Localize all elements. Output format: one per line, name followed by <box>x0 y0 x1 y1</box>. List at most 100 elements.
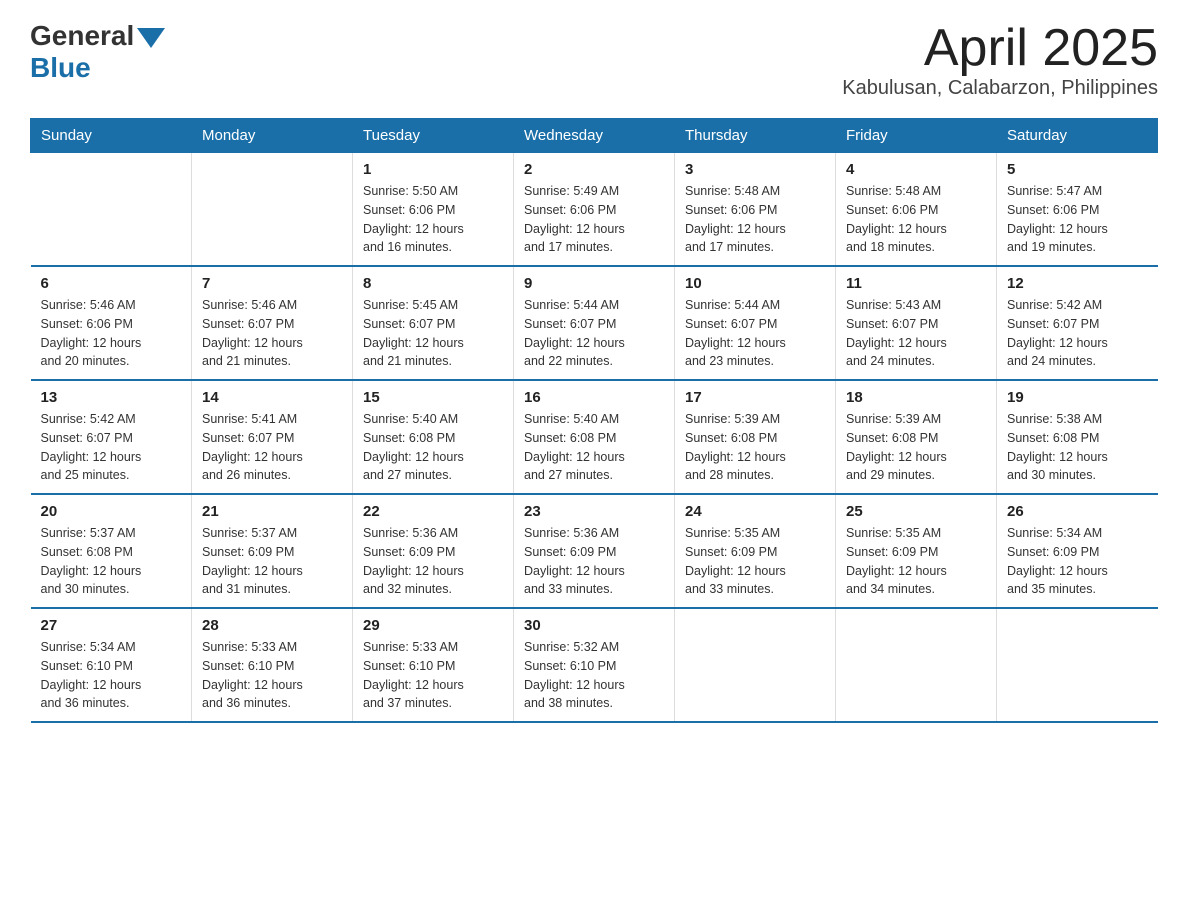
table-row: 2 Sunrise: 5:49 AM Sunset: 6:06 PM Daylig… <box>514 153 675 267</box>
day-info: Sunrise: 5:42 AM Sunset: 6:07 PM Dayligh… <box>1007 296 1148 371</box>
day-number: 7 <box>202 275 342 292</box>
day-number: 22 <box>363 503 503 520</box>
table-row: 4Sunrise: 5:48 AM Sunset: 6:06 PM Daylig… <box>836 153 997 267</box>
table-row: 5 Sunrise: 5:47 AM Sunset: 6:06 PM Daylig… <box>997 153 1158 267</box>
day-number: 13 <box>41 389 182 406</box>
day-info: Sunrise: 5:39 AM Sunset: 6:08 PM Dayligh… <box>685 410 825 485</box>
day-info: Sunrise: 5:40 AM Sunset: 6:08 PM Dayligh… <box>524 410 664 485</box>
table-row: 20 Sunrise: 5:37 AM Sunset: 6:08 PM Dayli… <box>31 494 192 608</box>
page-header: General Blue April 2025 Kabulusan, Calab… <box>30 20 1158 100</box>
table-row: 13 Sunrise: 5:42 AM Sunset: 6:07 PM Dayli… <box>31 380 192 494</box>
day-number: 11 <box>846 275 986 292</box>
day-info: Sunrise: 5:36 AM Sunset: 6:09 PM Dayligh… <box>524 524 664 599</box>
day-number: 21 <box>202 503 342 520</box>
day-info: Sunrise: 5:33 AM Sunset: 6:10 PM Dayligh… <box>363 638 503 713</box>
table-row: 30 Sunrise: 5:32 AM Sunset: 6:10 PM Dayli… <box>514 608 675 722</box>
calendar-title: April 2025 <box>842 20 1158 77</box>
table-row <box>31 153 192 267</box>
calendar-subtitle: Kabulusan, Calabarzon, Philippines <box>842 77 1158 100</box>
day-number: 1 <box>363 161 503 178</box>
day-number: 30 <box>524 617 664 634</box>
header-tuesday: Tuesday <box>353 119 514 153</box>
table-row: 21 Sunrise: 5:37 AM Sunset: 6:09 PM Dayli… <box>192 494 353 608</box>
day-number: 25 <box>846 503 986 520</box>
day-info: Sunrise: 5:47 AM Sunset: 6:06 PM Dayligh… <box>1007 182 1148 257</box>
day-info: Sunrise: 5:44 AM Sunset: 6:07 PM Dayligh… <box>685 296 825 371</box>
calendar-table: Sunday Monday Tuesday Wednesday Thursday… <box>30 118 1158 723</box>
day-number: 23 <box>524 503 664 520</box>
header-wednesday: Wednesday <box>514 119 675 153</box>
day-info: Sunrise: 5:36 AM Sunset: 6:09 PM Dayligh… <box>363 524 503 599</box>
table-row: 23 Sunrise: 5:36 AM Sunset: 6:09 PM Dayli… <box>514 494 675 608</box>
day-info: Sunrise: 5:45 AM Sunset: 6:07 PM Dayligh… <box>363 296 503 371</box>
day-number: 10 <box>685 275 825 292</box>
logo: General Blue <box>30 20 165 84</box>
day-info: Sunrise: 5:34 AM Sunset: 6:09 PM Dayligh… <box>1007 524 1148 599</box>
table-row: 9 Sunrise: 5:44 AM Sunset: 6:07 PM Daylig… <box>514 266 675 380</box>
table-row <box>836 608 997 722</box>
table-row: 8Sunrise: 5:45 AM Sunset: 6:07 PM Daylig… <box>353 266 514 380</box>
table-row: 10 Sunrise: 5:44 AM Sunset: 6:07 PM Dayli… <box>675 266 836 380</box>
logo-text-general: General <box>30 20 134 52</box>
day-number: 18 <box>846 389 986 406</box>
table-row: 3Sunrise: 5:48 AM Sunset: 6:06 PM Daylig… <box>675 153 836 267</box>
day-number: 2 <box>524 161 664 178</box>
title-block: April 2025 Kabulusan, Calabarzon, Philip… <box>842 20 1158 100</box>
header-saturday: Saturday <box>997 119 1158 153</box>
day-number: 12 <box>1007 275 1148 292</box>
table-row: 19Sunrise: 5:38 AM Sunset: 6:08 PM Dayli… <box>997 380 1158 494</box>
day-number: 29 <box>363 617 503 634</box>
day-info: Sunrise: 5:41 AM Sunset: 6:07 PM Dayligh… <box>202 410 342 485</box>
day-number: 28 <box>202 617 342 634</box>
day-number: 6 <box>41 275 182 292</box>
day-number: 20 <box>41 503 182 520</box>
day-info: Sunrise: 5:48 AM Sunset: 6:06 PM Dayligh… <box>846 182 986 257</box>
day-info: Sunrise: 5:38 AM Sunset: 6:08 PM Dayligh… <box>1007 410 1148 485</box>
day-number: 5 <box>1007 161 1148 178</box>
table-row: 17Sunrise: 5:39 AM Sunset: 6:08 PM Dayli… <box>675 380 836 494</box>
table-row: 26 Sunrise: 5:34 AM Sunset: 6:09 PM Dayli… <box>997 494 1158 608</box>
table-row: 6Sunrise: 5:46 AM Sunset: 6:06 PM Daylig… <box>31 266 192 380</box>
day-info: Sunrise: 5:34 AM Sunset: 6:10 PM Dayligh… <box>41 638 182 713</box>
day-number: 14 <box>202 389 342 406</box>
table-row <box>675 608 836 722</box>
table-row: 29 Sunrise: 5:33 AM Sunset: 6:10 PM Dayli… <box>353 608 514 722</box>
calendar-week-row: 20 Sunrise: 5:37 AM Sunset: 6:08 PM Dayli… <box>31 494 1158 608</box>
day-number: 9 <box>524 275 664 292</box>
day-info: Sunrise: 5:39 AM Sunset: 6:08 PM Dayligh… <box>846 410 986 485</box>
header-sunday: Sunday <box>31 119 192 153</box>
header-thursday: Thursday <box>675 119 836 153</box>
day-info: Sunrise: 5:37 AM Sunset: 6:09 PM Dayligh… <box>202 524 342 599</box>
table-row: 11 Sunrise: 5:43 AM Sunset: 6:07 PM Dayli… <box>836 266 997 380</box>
table-row: 7Sunrise: 5:46 AM Sunset: 6:07 PM Daylig… <box>192 266 353 380</box>
calendar-week-row: 13 Sunrise: 5:42 AM Sunset: 6:07 PM Dayli… <box>31 380 1158 494</box>
table-row: 24Sunrise: 5:35 AM Sunset: 6:09 PM Dayli… <box>675 494 836 608</box>
day-info: Sunrise: 5:44 AM Sunset: 6:07 PM Dayligh… <box>524 296 664 371</box>
table-row: 16Sunrise: 5:40 AM Sunset: 6:08 PM Dayli… <box>514 380 675 494</box>
table-row: 12 Sunrise: 5:42 AM Sunset: 6:07 PM Dayli… <box>997 266 1158 380</box>
day-info: Sunrise: 5:32 AM Sunset: 6:10 PM Dayligh… <box>524 638 664 713</box>
day-info: Sunrise: 5:37 AM Sunset: 6:08 PM Dayligh… <box>41 524 182 599</box>
logo-text-blue: Blue <box>30 52 91 83</box>
day-number: 26 <box>1007 503 1148 520</box>
day-info: Sunrise: 5:43 AM Sunset: 6:07 PM Dayligh… <box>846 296 986 371</box>
table-row: 27Sunrise: 5:34 AM Sunset: 6:10 PM Dayli… <box>31 608 192 722</box>
day-number: 3 <box>685 161 825 178</box>
header-friday: Friday <box>836 119 997 153</box>
calendar-week-row: 1 Sunrise: 5:50 AM Sunset: 6:06 PM Daylig… <box>31 153 1158 267</box>
table-row: 18 Sunrise: 5:39 AM Sunset: 6:08 PM Dayli… <box>836 380 997 494</box>
logo-triangle-icon <box>137 28 165 48</box>
weekday-header-row: Sunday Monday Tuesday Wednesday Thursday… <box>31 119 1158 153</box>
table-row: 25Sunrise: 5:35 AM Sunset: 6:09 PM Dayli… <box>836 494 997 608</box>
calendar-week-row: 6Sunrise: 5:46 AM Sunset: 6:06 PM Daylig… <box>31 266 1158 380</box>
day-info: Sunrise: 5:42 AM Sunset: 6:07 PM Dayligh… <box>41 410 182 485</box>
day-number: 15 <box>363 389 503 406</box>
table-row: 1 Sunrise: 5:50 AM Sunset: 6:06 PM Daylig… <box>353 153 514 267</box>
table-row <box>997 608 1158 722</box>
calendar-week-row: 27Sunrise: 5:34 AM Sunset: 6:10 PM Dayli… <box>31 608 1158 722</box>
day-info: Sunrise: 5:49 AM Sunset: 6:06 PM Dayligh… <box>524 182 664 257</box>
header-monday: Monday <box>192 119 353 153</box>
day-info: Sunrise: 5:50 AM Sunset: 6:06 PM Dayligh… <box>363 182 503 257</box>
table-row: 22 Sunrise: 5:36 AM Sunset: 6:09 PM Dayli… <box>353 494 514 608</box>
day-info: Sunrise: 5:40 AM Sunset: 6:08 PM Dayligh… <box>363 410 503 485</box>
